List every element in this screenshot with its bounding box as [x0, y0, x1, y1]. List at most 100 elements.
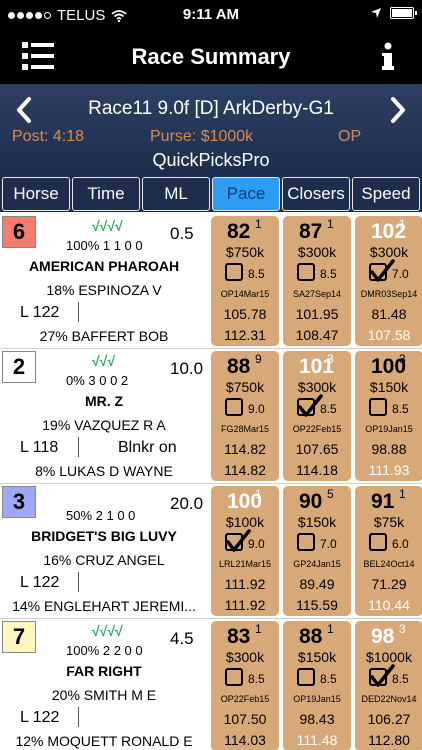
weight: L 122 — [20, 304, 60, 321]
jockey: 20% SMITH M E — [51, 687, 157, 703]
horse-row[interactable]: 3 20.0 50% 2 1 0 0 BRIDGET'S BIG LUVY 16% CR… — [0, 484, 422, 619]
select-checkbox[interactable] — [225, 263, 243, 281]
pace-time: 114.82 — [224, 441, 266, 457]
distance: 6.0 — [392, 537, 409, 551]
race-purse: $300k — [297, 244, 337, 260]
finish-position: 5 — [327, 487, 334, 501]
final-time: 114.18 — [296, 462, 338, 478]
select-checkbox[interactable] — [369, 398, 387, 416]
select-checkbox[interactable] — [225, 398, 243, 416]
app-window: TELUS 9:11 AM Race Summary Race11 9.0f [… — [0, 0, 422, 750]
distance: 9.0 — [248, 402, 265, 416]
status-right — [370, 7, 417, 19]
race-date: OP19Jan15 — [293, 694, 341, 704]
final-time: 112.31 — [224, 327, 266, 343]
post-time: Post: 4:18 — [12, 128, 85, 145]
divider — [78, 707, 79, 727]
speed-figure: 91 — [371, 490, 395, 513]
race-purse: $75k — [373, 514, 405, 530]
horse-row[interactable]: 6 √√√√ 0.5 100% 1 1 0 0 AMERICAN PHAROAH 18% … — [0, 214, 422, 349]
race-date: FG28Mar15 — [220, 424, 270, 434]
program-number: 2 — [2, 351, 36, 383]
race-purse: $750k — [225, 244, 265, 260]
past-race-cell[interactable]: 90 5 $150k 7.0 GP24Jan15 89.49 115.59 — [283, 486, 351, 616]
past-race-cell[interactable]: 87 1 $300k 8.5 SA27Sep14 101.95 108.47 — [283, 216, 351, 346]
past-race-cell[interactable]: 88 1 $150k 8.5 OP19Jan15 98.43 111.48 — [283, 621, 351, 750]
distance: 8.5 — [248, 672, 265, 686]
battery-icon — [390, 7, 417, 19]
final-time: 112.80 — [368, 732, 410, 748]
horse-row[interactable]: 2 √√√ 10.0 0% 3 0 0 2 MR. Z 19% VAZQUEZ R A L … — [0, 349, 422, 484]
race-purse: $300k — [369, 244, 409, 260]
past-race-cell[interactable]: 82 1 $750k 8.5 OP14Mar15 105.78 112.31 — [211, 216, 279, 346]
speed-figure: 83 — [227, 625, 251, 648]
race-purse: $300k — [225, 649, 265, 665]
pace-time: 98.43 — [299, 711, 335, 727]
pace-time: 71.29 — [371, 576, 407, 592]
speed-figure: 82 — [227, 220, 251, 243]
select-checkbox[interactable] — [297, 533, 315, 551]
race-purse: $750k — [225, 379, 265, 395]
info-icon[interactable] — [380, 42, 396, 72]
race-purse: $100k — [225, 514, 265, 530]
race-date: SA27Sep14 — [292, 289, 342, 299]
divider — [78, 437, 79, 457]
past-race-cell[interactable]: 100 3 $150k 8.5 OP19Jan15 98.88 111.93 — [355, 351, 422, 481]
select-checkbox[interactable] — [225, 668, 243, 686]
final-time: 114.03 — [224, 732, 266, 748]
tab-horse[interactable]: Horse — [2, 177, 70, 211]
past-race-cell[interactable]: 88 9 $750k 9.0 FG28Mar15 114.82 114.82 — [211, 351, 279, 481]
race-date: OP22Feb15 — [292, 424, 342, 434]
horse-stats: 100% 2 2 0 0 — [66, 643, 143, 658]
tab-time[interactable]: Time — [72, 177, 140, 211]
select-checkbox[interactable] — [297, 668, 315, 686]
past-race-cell[interactable]: 98 3 $1000k 8.5 DED22Nov14 106.27 112.80 — [355, 621, 422, 750]
select-checkbox[interactable] — [297, 394, 323, 417]
equipment: Blnkr on — [118, 439, 177, 456]
horse-list: 6 √√√√ 0.5 100% 1 1 0 0 AMERICAN PHAROAH 18% … — [0, 214, 422, 750]
nav-bar: Race Summary — [0, 30, 422, 84]
trainer: 12% MOQUETT RONALD E — [15, 733, 193, 749]
final-time: 107.58 — [367, 327, 411, 343]
distance: 7.0 — [320, 537, 337, 551]
final-time: 111.92 — [224, 597, 266, 613]
past-race-cell[interactable]: 91 1 $75k 6.0 BEL24Oct14 71.29 110.44 — [355, 486, 422, 616]
past-race-cell[interactable]: 102 1 $300k 7.0 DMR03Sep14 81.48 107.58 — [355, 216, 422, 346]
quickpick-checks: √√√√ — [92, 623, 123, 639]
distance: 8.5 — [392, 402, 409, 416]
distance: 8.5 — [320, 672, 337, 686]
past-race-cell[interactable]: 100 1 $100k 9.0 LRL21Mar15 111.92 111.92 — [211, 486, 279, 616]
race-purse: $1000k — [366, 649, 412, 665]
pace-time: 98.88 — [371, 441, 407, 457]
track-code: OP — [338, 128, 362, 145]
horse-row[interactable]: 7 √√√√ 4.5 100% 2 2 0 0 FAR RIGHT 20% SMITH M… — [0, 619, 422, 750]
distance: 8.5 — [392, 672, 409, 686]
tab-label: Horse — [13, 184, 59, 203]
past-race-cell[interactable]: 101 3 $300k 8.5 OP22Feb15 107.65 114.18 — [283, 351, 351, 481]
past-race-cell[interactable]: 83 1 $300k 8.5 OP22Feb15 107.50 114.03 — [211, 621, 279, 750]
select-checkbox[interactable] — [369, 259, 395, 282]
horse-stats: 100% 1 1 0 0 — [66, 238, 143, 253]
race-date: DED22Nov14 — [361, 694, 417, 704]
select-checkbox[interactable] — [297, 263, 315, 281]
final-time: 108.47 — [295, 327, 339, 343]
finish-position: 3 — [399, 352, 406, 366]
next-race-chevron-icon[interactable] — [388, 96, 408, 124]
program-number: 7 — [2, 621, 36, 653]
tab-label: Closers — [287, 184, 345, 203]
quickpick-checks: √√√ — [92, 353, 116, 369]
tab-label: Pace — [226, 184, 266, 203]
trainer: 14% ENGLEHART JEREMI... — [12, 598, 196, 614]
tab-speed[interactable]: Speed — [352, 177, 420, 211]
program-number: 3 — [2, 486, 36, 518]
pace-time: 89.49 — [299, 576, 335, 592]
page-title: Race Summary — [131, 44, 291, 69]
select-checkbox[interactable] — [369, 533, 387, 551]
select-checkbox[interactable] — [369, 664, 395, 687]
select-checkbox[interactable] — [225, 529, 251, 552]
race-purse: $150k — [369, 379, 409, 395]
tab-pace[interactable]: Pace — [212, 177, 280, 211]
speed-figure: 87 — [299, 220, 323, 243]
tab-ml[interactable]: ML — [142, 177, 210, 211]
tab-closers[interactable]: Closers — [282, 177, 350, 211]
